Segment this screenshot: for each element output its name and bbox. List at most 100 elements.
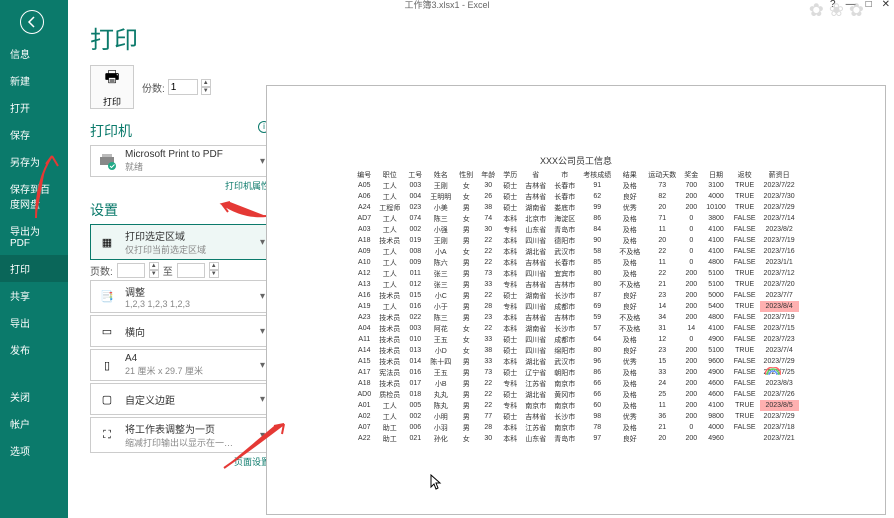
copies-input[interactable] (168, 79, 198, 95)
table-row: A11技术员010王五女33硕士四川省成都市64及格1204900FALSE20… (353, 334, 798, 345)
printer-status: 就绪 (125, 160, 254, 173)
sidebar-item-0[interactable]: 信息 (0, 40, 68, 67)
copies-spinner-down[interactable]: ▼ (201, 87, 211, 95)
printer-status-icon (95, 149, 119, 173)
chevron-down-icon: ▾ (260, 326, 265, 337)
pages-to-input[interactable] (177, 263, 205, 278)
table-header: 运动天数 (644, 169, 680, 180)
collate-icon: 📑 (95, 285, 119, 309)
cursor-icon (430, 474, 442, 493)
setting-collated-main: 调整 (125, 284, 254, 299)
table-header: 姓名 (426, 169, 455, 180)
sidebar-item-2[interactable]: 打开 (0, 94, 68, 121)
table-row: A09工人008小A女22本科湖北省武汉市58不及格2204100FALSE20… (353, 246, 798, 257)
preview-table: 编号职位工号姓名性别年龄学历省市考核成绩结果运动天数奖金日期返校薪资日A05工人… (353, 169, 798, 444)
setting-margins-main: 自定义边距 (125, 392, 254, 407)
pages-from-up[interactable]: ▲ (149, 262, 159, 270)
sidebar-item-12[interactable]: 帐户 (0, 410, 68, 437)
table-header: 工号 (404, 169, 426, 180)
sidebar-item-9[interactable]: 导出 (0, 309, 68, 336)
orientation-icon: ▭ (95, 319, 119, 343)
table-row: A18技术员019王刚男22本科四川省德阳市90及格2004100FALSE20… (353, 235, 798, 246)
chevron-down-icon: ▾ (260, 156, 265, 167)
table-row: A03工人002小强男30专科山东省青岛市84及格1104100FALSE202… (353, 224, 798, 235)
chevron-down-icon: ▾ (260, 237, 265, 248)
table-row: A07助工006小羽男28本科江苏省南京市78及格2104000FALSE202… (353, 422, 798, 433)
sidebar-item-8[interactable]: 共享 (0, 282, 68, 309)
table-row: AD7工人074陈三女74本科北京市海淀区86及格7103800FALSE202… (353, 213, 798, 224)
margins-icon: ▢ (95, 387, 119, 411)
table-row: A14技术员013小D女38硕士四川省绵阳市80良好232005100TRUE2… (353, 345, 798, 356)
table-row: A10工人009陈六男22本科吉林省长春市85及格1104800FALSE202… (353, 257, 798, 268)
setting-collated[interactable]: 📑 调整 1,2,3 1,2,3 1,2,3 ▾ (90, 280, 270, 313)
page-title: 打印 (90, 20, 270, 55)
table-header: 职位 (375, 169, 404, 180)
table-row: A05工人003王刚女30硕士吉林省长春市91及格737003100TRUE20… (353, 180, 798, 191)
table-row: A18技术员017小B男22专科江苏省南京市66及格242004600FALSE… (353, 378, 798, 389)
table-row: A06工人004王明明女26硕士吉林省长春市62良好822004000TRUE2… (353, 191, 798, 202)
table-header: 奖金 (680, 169, 702, 180)
sidebar-item-3[interactable]: 保存 (0, 121, 68, 148)
annotation-arrow-setting (218, 200, 268, 223)
print-button[interactable]: 🖶 打印 (90, 65, 134, 109)
printer-heading: 打印机 (90, 121, 270, 141)
pages-from-down[interactable]: ▼ (149, 270, 159, 278)
table-header: 市 (550, 169, 579, 180)
chevron-down-icon: ▾ (260, 394, 265, 405)
decorative-art: ✿ ❀ ✿ (809, 0, 864, 21)
maximize-button[interactable]: □ (866, 0, 872, 10)
table-row: A04技术员003阿花女22本科湖南省长沙市57不及格31144100FALSE… (353, 323, 798, 334)
table-header: 年龄 (477, 169, 499, 180)
pages-to-down[interactable]: ▼ (209, 270, 219, 278)
pages-to-label: 至 (163, 263, 173, 278)
sidebar-item-7[interactable]: 打印 (0, 255, 68, 282)
backstage-sidebar: 信息新建打开保存另存为保存到百度网盘导出为PDF打印共享导出发布关闭帐户选项 (0, 0, 68, 518)
table-row: A02工人002小明男77硕士吉林省长沙市98优秀362009800TRUE20… (353, 411, 798, 422)
sidebar-item-1[interactable]: 新建 (0, 67, 68, 94)
table-header: 考核成绩 (579, 169, 615, 180)
printer-selector[interactable]: Microsoft Print to PDF 就绪 ▾ (90, 145, 270, 177)
table-row: A19工人016小于男28专科四川省成都市69良好142005400TRUE20… (353, 301, 798, 312)
setting-print-area-main: 打印选定区域 (125, 228, 254, 243)
close-button[interactable]: ✕ (882, 0, 890, 10)
table-row: A15技术员014陈十四男33本科湖北省武汉市96优秀152009600FALS… (353, 356, 798, 367)
table-header: 学历 (499, 169, 521, 180)
setting-paper-size[interactable]: ▯ A4 21 厘米 x 29.7 厘米 ▾ (90, 349, 270, 381)
back-button[interactable] (20, 10, 44, 34)
pages-from-input[interactable] (117, 263, 145, 278)
pages-to-up[interactable]: ▲ (209, 262, 219, 270)
table-header: 编号 (353, 169, 375, 180)
preview-doc-title: XXX公司员工信息 (275, 154, 877, 167)
print-button-label: 打印 (103, 95, 121, 108)
setting-orientation[interactable]: ▭ 横向 ▾ (90, 315, 270, 347)
table-header: 省 (521, 169, 550, 180)
table-row: AD0质检员018丸丸男22硕士湖北省黄冈市66及格252004600FALSE… (353, 389, 798, 400)
setting-papersize-main: A4 (125, 353, 254, 364)
setting-print-area-sub: 仅打印当前选定区域 (125, 243, 254, 256)
table-row: A24工程师023小美男38硕士湖南省娄底市99优秀2020010100TRUE… (353, 202, 798, 213)
sidebar-item-11[interactable]: 关闭 (0, 383, 68, 410)
table-row: A22助工021孙化女30本科山东省青岛市97良好2020049602023/7… (353, 433, 798, 444)
annotation-arrow-lastrow (220, 420, 290, 473)
copies-spinner-up[interactable]: ▲ (201, 79, 211, 87)
table-header: 薪资日 (760, 169, 799, 180)
title-bar-text: 工作簿3.xlsx1 - Excel (404, 0, 489, 10)
print-preview: XXX公司员工信息 编号职位工号姓名性别年龄学历省市考核成绩结果运动天数奖金日期… (266, 85, 886, 515)
chevron-down-icon: ▾ (260, 291, 265, 302)
printer-name: Microsoft Print to PDF (125, 149, 254, 160)
setting-print-area[interactable]: ▦ 打印选定区域 仅打印当前选定区域 ▾ (90, 224, 270, 260)
printer-icon: 🖶 (104, 66, 119, 93)
table-row: A17宪法员016王五男73硕士辽宁省朝阳市86及格332004900FALSE… (353, 367, 798, 378)
printer-properties-link[interactable]: 打印机属性 (90, 179, 270, 192)
table-row: A01工人005陈丸男22专科南京市南京市60及格112004100TRUE20… (353, 400, 798, 411)
sidebar-item-10[interactable]: 发布 (0, 336, 68, 363)
setting-margins[interactable]: ▢ 自定义边距 ▾ (90, 383, 270, 415)
table-header: 返校 (730, 169, 760, 180)
sidebar-item-13[interactable]: 选项 (0, 437, 68, 464)
copies-label: 份数: (142, 80, 165, 95)
setting-orientation-main: 横向 (125, 324, 254, 339)
pages-label: 页数: (90, 263, 113, 278)
setting-papersize-sub: 21 厘米 x 29.7 厘米 (125, 364, 254, 377)
sheet-icon: ▦ (95, 230, 119, 254)
table-row: A12工人011张三男73本科四川省宜宾市80及格222005100TRUE20… (353, 268, 798, 279)
